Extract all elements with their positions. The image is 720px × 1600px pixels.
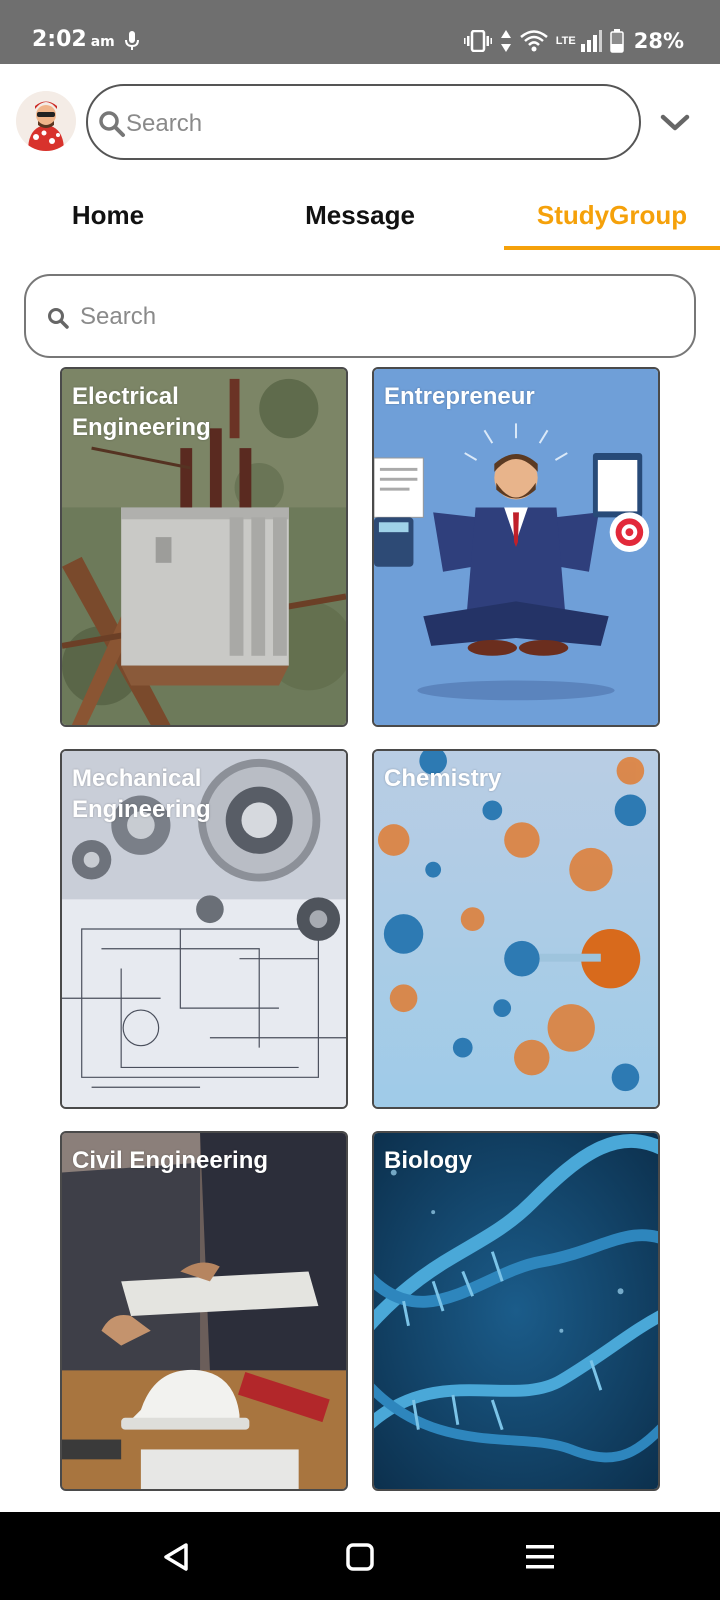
menu-icon[interactable] [526, 1544, 554, 1570]
group-card-chemistry[interactable]: Chemistry [372, 749, 660, 1109]
tab-bar: Home Message StudyGroup [0, 186, 720, 250]
battery-percent: 28% [633, 29, 684, 53]
group-title: Biology [384, 1147, 472, 1174]
network-type: LTE [555, 35, 576, 47]
vibrate-icon [463, 30, 492, 52]
group-card-civil-engineering[interactable]: Civil Engineering [60, 1131, 348, 1491]
group-card-mechanical-engineering[interactable]: Mechanical Engineering [60, 749, 348, 1109]
wifi-icon [519, 30, 548, 52]
data-arrows-icon [500, 30, 511, 52]
tab-studygroup[interactable]: StudyGroup [504, 200, 720, 231]
status-bar: 2:02 am LTE 28% [0, 0, 720, 64]
status-icons: LTE 28% [463, 28, 684, 54]
home-icon[interactable] [346, 1543, 374, 1571]
signal-icon [580, 30, 602, 52]
avatar[interactable] [16, 91, 76, 151]
top-search-input[interactable] [126, 104, 606, 144]
active-tab-indicator [504, 246, 720, 250]
businessman-illustration [374, 369, 658, 725]
group-title: Mechanical Engineering [72, 765, 211, 823]
group-card-biology[interactable]: Biology [372, 1131, 660, 1491]
group-title: Civil Engineering [72, 1147, 269, 1174]
mic-icon [125, 31, 139, 50]
system-nav-bar [0, 1512, 720, 1600]
chevron-down-icon[interactable] [660, 112, 690, 134]
group-search-bar[interactable] [24, 274, 696, 358]
search-icon [48, 308, 69, 329]
dna-helix-image [374, 1133, 658, 1489]
top-search-bar[interactable] [86, 84, 641, 160]
status-time: 2:02 am [32, 27, 115, 52]
tab-message[interactable]: Message [285, 200, 435, 231]
group-title: Chemistry [384, 765, 502, 792]
group-card-entrepreneur[interactable]: Entrepreneur [372, 367, 660, 727]
back-icon[interactable] [162, 1542, 190, 1572]
group-title: Entrepreneur [384, 383, 535, 410]
search-icon [99, 111, 125, 137]
construction-plans-image [62, 1133, 346, 1489]
tab-home[interactable]: Home [48, 200, 168, 231]
molecules-image [374, 751, 658, 1107]
group-search-input[interactable] [80, 298, 660, 336]
group-card-electrical-engineering[interactable]: Electrical Engineering [60, 367, 348, 727]
battery-icon [609, 29, 624, 53]
group-title: Electrical Engineering [72, 383, 211, 441]
